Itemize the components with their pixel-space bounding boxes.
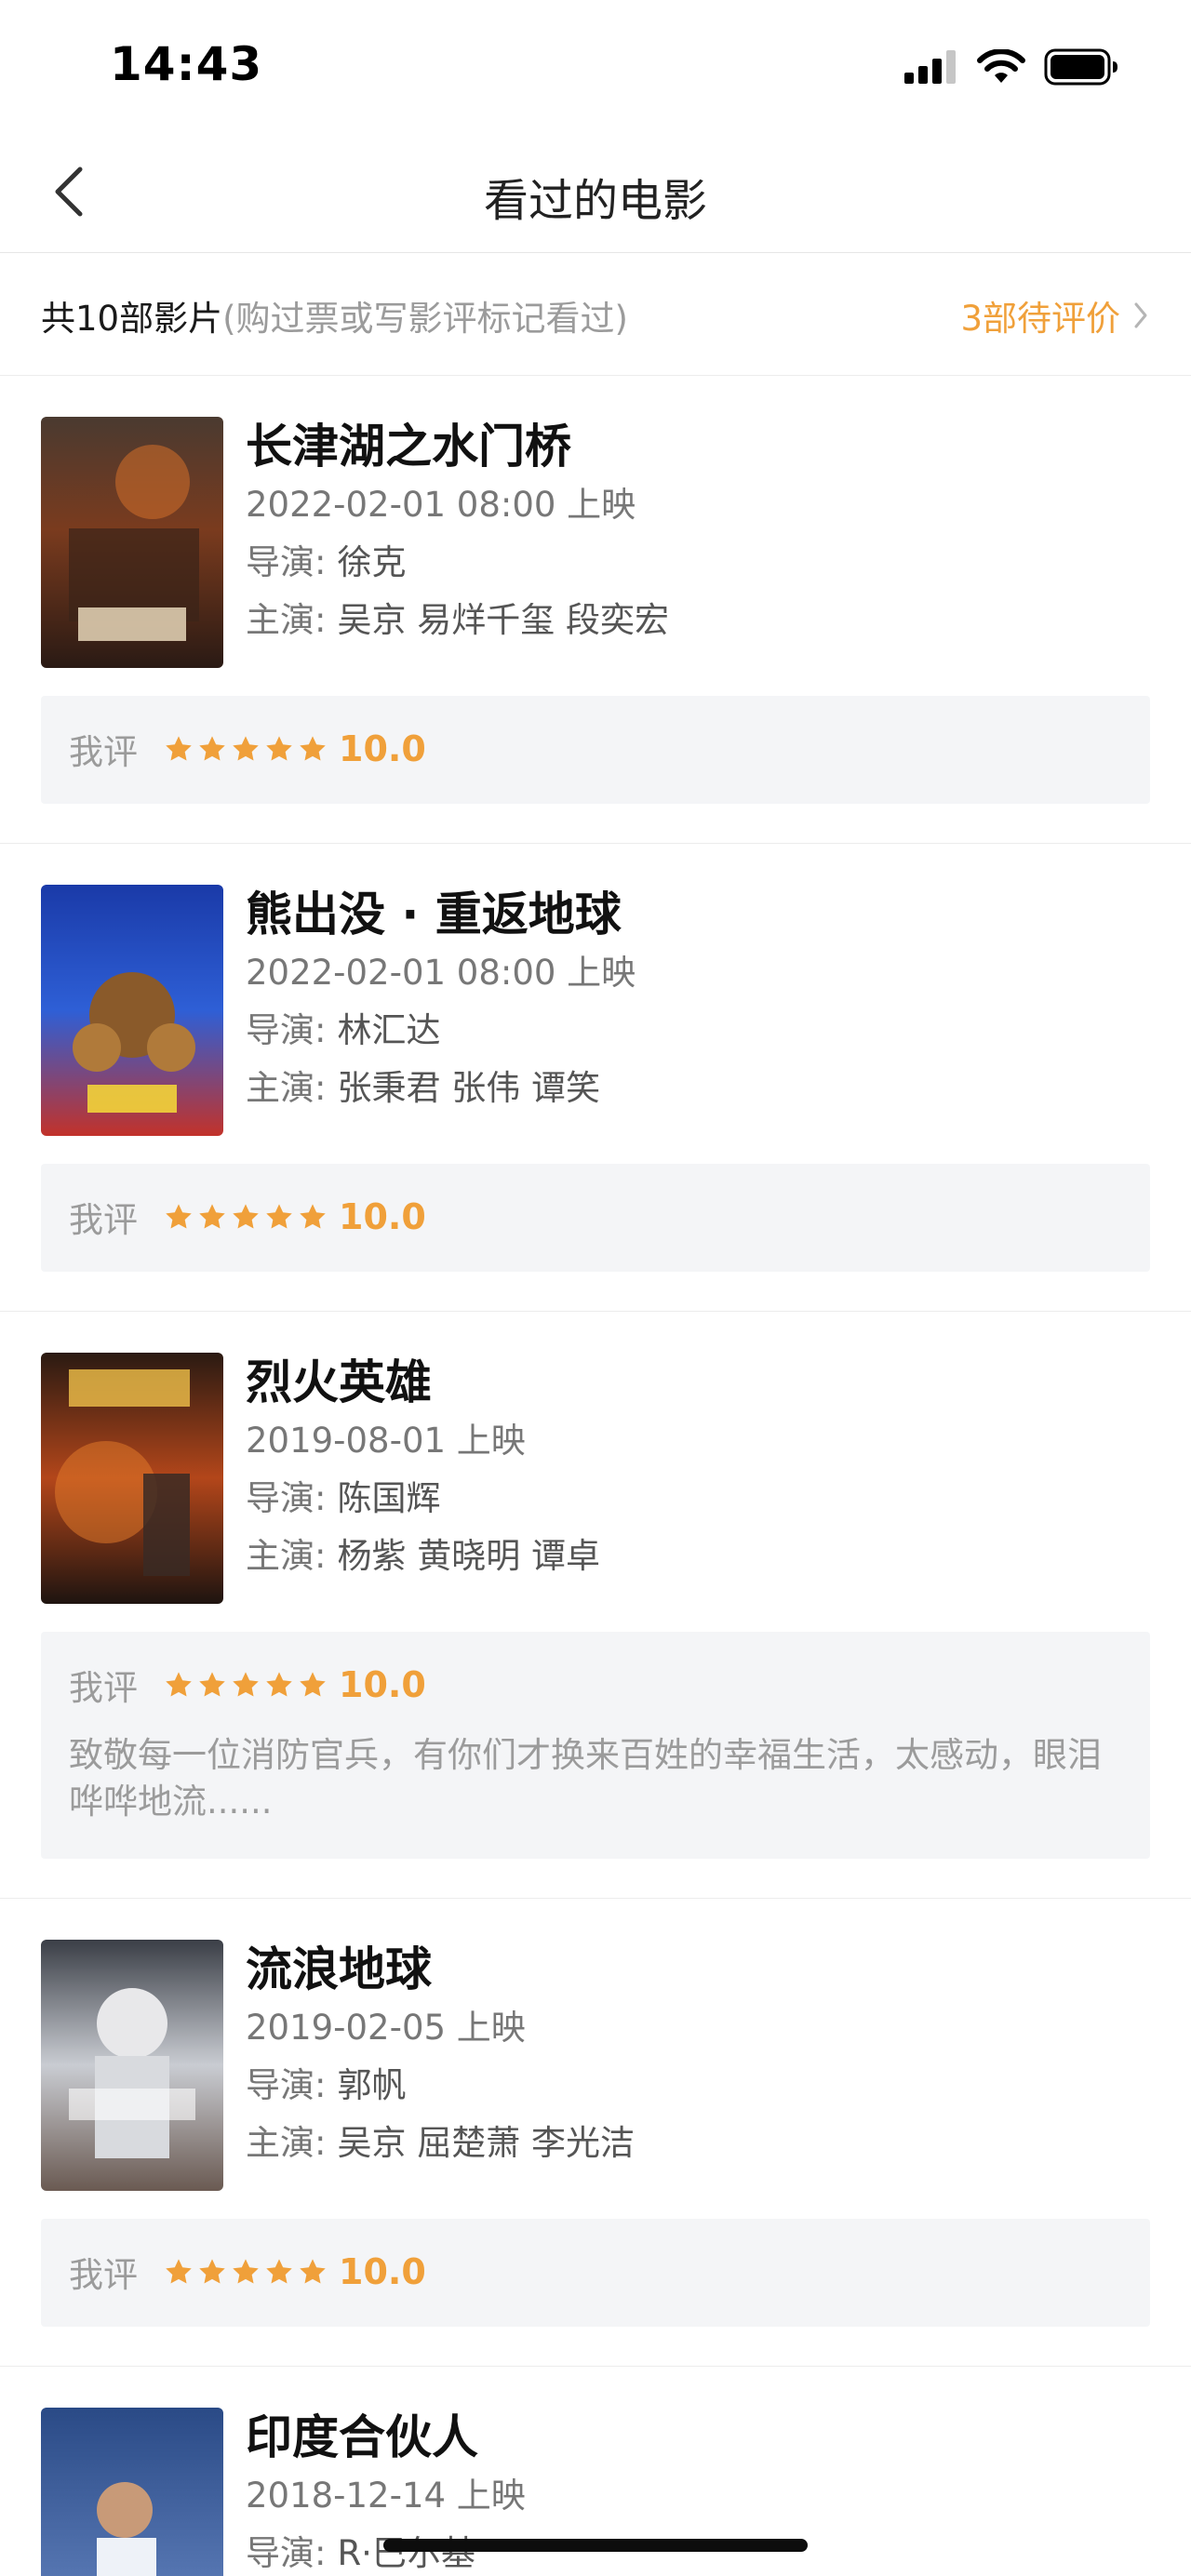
rating-score: 10.0 [339, 2251, 426, 2292]
poster-image [41, 1353, 223, 1604]
movie-title[interactable]: 印度合伙人 [246, 2408, 1150, 2467]
star-icon [300, 736, 326, 761]
star-icon [166, 2259, 192, 2284]
movie-poster[interactable] [41, 417, 223, 668]
movie-title[interactable]: 流浪地球 [246, 1940, 1150, 1999]
my-rating-box[interactable]: 我评 10.0 [41, 2219, 1150, 2327]
star-icon [199, 1204, 225, 1229]
my-rating-label: 我评 [69, 1668, 138, 1708]
rating-score: 10.0 [339, 728, 426, 769]
star-icon [199, 2259, 225, 2284]
wifi-icon [977, 49, 1025, 83]
movie-cast: 主演: 吴京 易烊千玺 段奕宏 [246, 600, 669, 640]
star-icon [300, 1204, 326, 1229]
movie-item[interactable]: 烈火英雄 2019-08-01 上映 导演: 陈国辉 主演: 杨紫 黄晓明 谭卓 我… [0, 1312, 1191, 1899]
movie-title[interactable]: 长津湖之水门桥 [246, 417, 1150, 476]
movie-cast: 主演: 张秉君 张伟 谭笑 [246, 1068, 600, 1108]
movie-release: 2019-02-05 上映 [246, 2008, 526, 2048]
poster-image [41, 417, 223, 668]
summary-note: (购过票或写影评标记看过) [222, 299, 628, 339]
review-text: 致敬每一位消防官兵，有你们才换来百姓的幸福生活，太感动，眼泪哗哗地流...... [69, 1735, 1102, 1822]
summary-row: 共10部影片(购过票或写影评标记看过) 3部待评价 [0, 253, 1191, 376]
poster-image [41, 1940, 223, 2191]
battery-icon [1044, 48, 1117, 86]
movie-item[interactable]: 熊出没 · 重返地球 2022-02-01 08:00 上映 导演: 林汇达 主演… [0, 844, 1191, 1312]
movie-director: 导演: 徐克 [246, 542, 407, 582]
star-icon [166, 1672, 192, 1697]
pending-review-label: 3部待评价 [960, 299, 1120, 339]
my-rating-box[interactable]: 我评 10.0 致敬每一位消防官兵，有你们才换来百姓的幸福生活，太感动，眼泪哗哗… [41, 1632, 1150, 1859]
my-rating-box[interactable]: 我评 10.0 [41, 696, 1150, 804]
my-rating-label: 我评 [69, 2255, 138, 2295]
star-icon [233, 2259, 259, 2284]
poster-image [41, 2408, 223, 2576]
movie-poster[interactable] [41, 1940, 223, 2191]
star-icon [166, 1204, 192, 1229]
star-icon [266, 1672, 292, 1697]
movie-title[interactable]: 烈火英雄 [246, 1353, 1150, 1412]
star-icon [199, 1672, 225, 1697]
rating-stars [164, 1202, 328, 1232]
movie-poster[interactable] [41, 2408, 223, 2576]
movie-director: 导演: 林汇达 [246, 1010, 441, 1050]
status-time: 14:43 [110, 37, 263, 91]
movie-title[interactable]: 熊出没 · 重返地球 [246, 885, 1150, 944]
chevron-right-icon [1134, 302, 1147, 328]
rating-score: 10.0 [339, 1196, 426, 1237]
signal-icon [904, 50, 956, 84]
rating-stars [164, 734, 328, 764]
movie-release: 2022-02-01 08:00 上映 [246, 953, 636, 993]
pending-review-link[interactable]: 3部待评价 [960, 290, 1148, 340]
total-count: 共10部影片 [41, 299, 223, 339]
movie-release: 2018-12-14 上映 [246, 2476, 526, 2516]
movie-cast: 主演: 杨紫 黄晓明 谭卓 [246, 1536, 600, 1576]
movie-list: 长津湖之水门桥 2022-02-01 08:00 上映 导演: 徐克 主演: 吴京 … [0, 376, 1191, 2576]
movie-poster[interactable] [41, 885, 223, 1136]
movie-release: 2019-08-01 上映 [246, 1421, 526, 1461]
movie-poster[interactable] [41, 1353, 223, 1604]
rating-stars [164, 2257, 328, 2287]
my-rating-label: 我评 [69, 1200, 138, 1240]
star-icon [233, 1672, 259, 1697]
summary-text: 共10部影片(购过票或写影评标记看过) [41, 290, 628, 340]
poster-image [41, 885, 223, 1136]
star-icon [300, 2259, 326, 2284]
star-icon [166, 736, 192, 761]
my-rating-box[interactable]: 我评 10.0 [41, 1164, 1150, 1272]
movie-item[interactable]: 流浪地球 2019-02-05 上映 导演: 郭帆 主演: 吴京 屈楚萧 李光洁 我… [0, 1899, 1191, 2367]
star-icon [266, 1204, 292, 1229]
status-icons [904, 47, 1118, 87]
star-icon [233, 1204, 259, 1229]
star-icon [266, 736, 292, 761]
page-title: 看过的电影 [483, 175, 707, 227]
status-bar: 14:43 [0, 0, 1191, 130]
star-icon [199, 736, 225, 761]
movie-cast: 主演: 吴京 屈楚萧 李光洁 [246, 2123, 635, 2163]
rating-score: 10.0 [339, 1664, 426, 1705]
movie-item[interactable]: 长津湖之水门桥 2022-02-01 08:00 上映 导演: 徐克 主演: 吴京 … [0, 376, 1191, 844]
home-indicator[interactable] [383, 2539, 808, 2552]
movie-director: 导演: 郭帆 [246, 2065, 407, 2105]
movie-director: 导演: 陈国辉 [246, 1478, 441, 1518]
star-icon [233, 736, 259, 761]
movie-release: 2022-02-01 08:00 上映 [246, 485, 636, 525]
rating-stars [164, 1670, 328, 1700]
star-icon [266, 2259, 292, 2284]
my-rating-label: 我评 [69, 732, 138, 772]
nav-bar: 看过的电影 [0, 130, 1191, 253]
star-icon [300, 1672, 326, 1697]
